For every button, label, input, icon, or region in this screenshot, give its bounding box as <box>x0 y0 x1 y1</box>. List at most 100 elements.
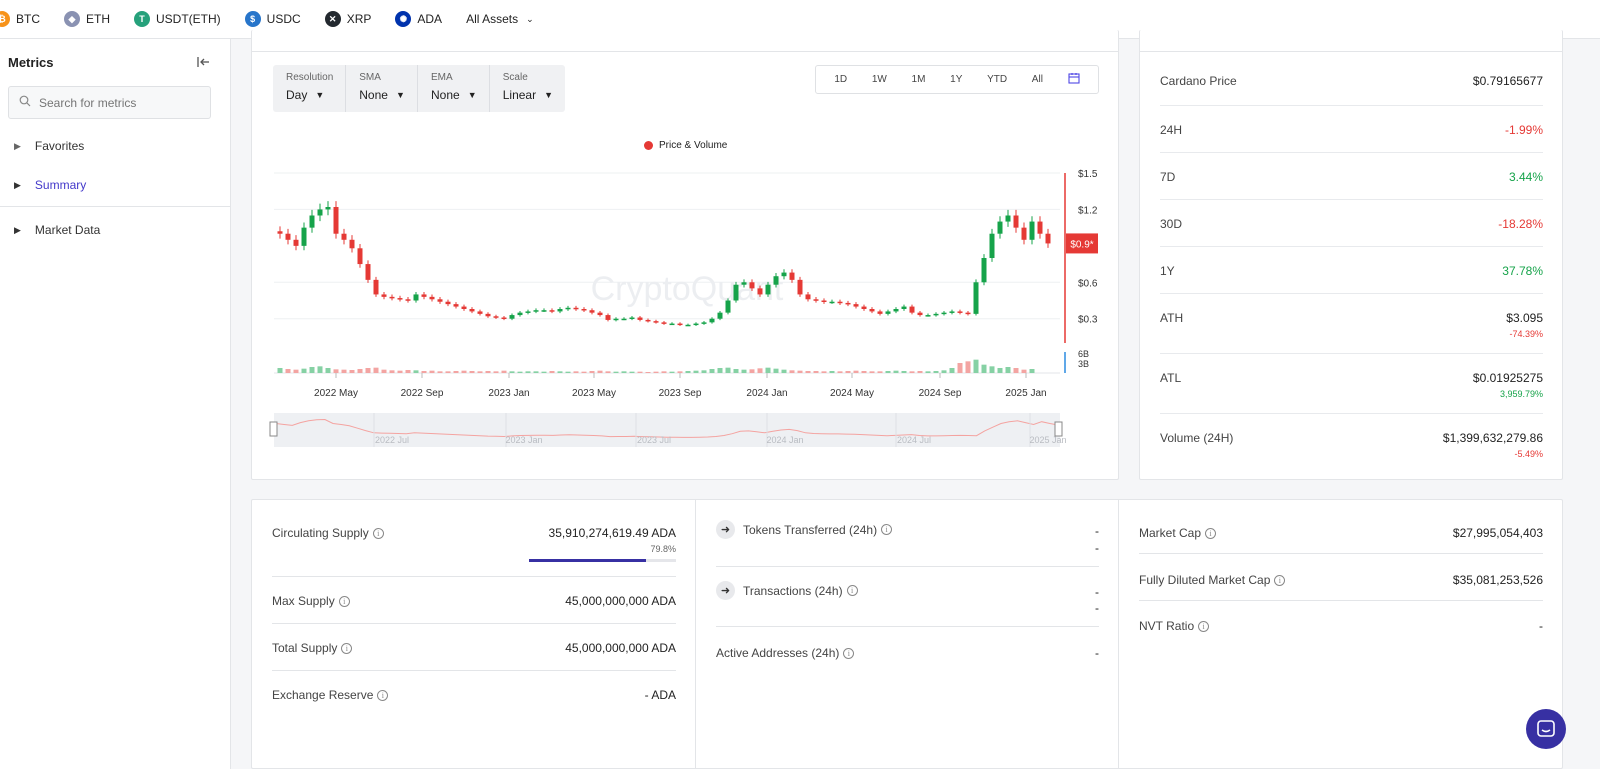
metrics-search-box[interactable] <box>8 86 211 119</box>
supply-percent: 79.8% <box>650 544 676 554</box>
y-tick-label: $0.3 <box>1078 315 1098 326</box>
row-label: Market Cap <box>1139 526 1202 540</box>
asset-tab-usdteth[interactable]: T USDT(ETH) <box>122 0 233 39</box>
candle-body <box>533 310 539 312</box>
candle-body <box>325 207 331 210</box>
info-icon[interactable]: i <box>1198 620 1210 632</box>
arrow-right-icon[interactable]: ➜ <box>716 520 735 539</box>
sidebar-item-market-data[interactable]: ▶ Market Data <box>14 223 100 237</box>
volume-bar <box>517 371 523 373</box>
candle-body <box>661 322 667 324</box>
candle-body <box>365 264 371 280</box>
info-icon[interactable]: i <box>843 647 855 659</box>
stat-value: $1,399,632,279.86 <box>1442 431 1543 445</box>
candle-body <box>813 299 819 301</box>
volume-bar <box>845 371 851 373</box>
collapse-sidebar-icon[interactable] <box>196 55 210 72</box>
arrow-right-icon[interactable]: ➜ <box>716 581 735 600</box>
candle-body <box>549 310 555 312</box>
volume-bar <box>853 370 859 373</box>
candle-body <box>789 272 795 280</box>
volume-bar <box>717 368 723 373</box>
volume-bar <box>925 371 931 373</box>
candle-body <box>309 215 315 228</box>
ada-coin-icon: ✺ <box>395 11 412 27</box>
stat-value: -18.28% <box>1498 217 1543 231</box>
volume-bar <box>789 370 795 373</box>
row-label: Fully Diluted Market Cap <box>1139 573 1271 587</box>
chat-support-button[interactable] <box>1526 709 1566 749</box>
candle-body <box>853 304 859 307</box>
candle-body <box>981 258 987 283</box>
info-icon[interactable]: i <box>372 527 384 539</box>
info-icon[interactable]: i <box>341 642 353 654</box>
volume-bar <box>629 371 635 373</box>
candle-body <box>485 313 491 317</box>
candle-body <box>645 319 651 322</box>
candle-body <box>797 279 803 295</box>
price-chart[interactable]: $1.5 $1.2 $0.6 $0.3 CryptoQuant $0.9* 6B3B 2022… <box>252 30 1120 480</box>
volume-bar <box>997 368 1003 373</box>
volume-bar <box>333 369 339 373</box>
candle-body <box>709 318 715 323</box>
candle-body <box>1037 221 1043 234</box>
volume-bar <box>597 370 603 373</box>
volume-bar <box>773 368 779 373</box>
stat-label: 24H <box>1160 123 1183 137</box>
volume-bar <box>525 371 531 373</box>
asset-tab-label: USDC <box>266 12 301 26</box>
chat-icon <box>1537 720 1555 737</box>
tokens-transferred-row: ➜ Tokens Transferred (24h) i - - <box>716 500 1099 567</box>
info-icon[interactable]: i <box>338 595 350 607</box>
candle-body <box>437 299 443 302</box>
volume-bar <box>893 370 899 373</box>
x-tick-label: 2023 Jan <box>488 388 529 399</box>
volume-bar <box>981 364 987 373</box>
volume-bar <box>429 370 435 373</box>
candle-body <box>965 312 971 315</box>
volume-bar <box>709 369 715 373</box>
row-value: 45,000,000,000 ADA <box>565 641 676 655</box>
candle-body <box>581 309 587 311</box>
transactions-row: ➜ Transactions (24h) i - - <box>716 567 1099 627</box>
info-icon[interactable]: i <box>1205 527 1217 539</box>
candle-body <box>973 282 979 314</box>
sidebar-item-summary[interactable]: ▶ Summary <box>14 178 86 192</box>
candle-body <box>301 227 307 246</box>
candle-body <box>381 294 387 297</box>
candle-body <box>677 323 683 326</box>
info-icon[interactable]: i <box>377 689 389 701</box>
info-icon[interactable]: i <box>881 524 893 535</box>
navigator-tick-label: 2024 Jul <box>897 435 931 445</box>
candle-body <box>445 301 451 305</box>
candle-body <box>717 312 723 319</box>
candle-body <box>525 311 531 313</box>
x-tick-label: 2024 May <box>830 388 874 399</box>
max-supply-row: Max Supply i 45,000,000,000 ADA <box>272 577 676 624</box>
volume-bar <box>533 371 539 373</box>
btc-coin-icon: ₿ <box>0 11 10 27</box>
y-tick-label: $0.6 <box>1078 278 1098 289</box>
volume-bar <box>477 371 483 373</box>
candle-body <box>565 307 571 310</box>
volume-bar <box>813 371 819 373</box>
metrics-search-input[interactable] <box>39 95 199 110</box>
row-value: 35,910,274,619.49 ADA <box>548 526 676 540</box>
volume-bar <box>573 371 579 373</box>
volume-tick-label: 6B <box>1078 349 1089 359</box>
x-tick-label: 2022 Sep <box>401 388 444 399</box>
volume-bar <box>829 371 835 373</box>
asset-tab-btc[interactable]: ₿ BTC <box>0 0 52 39</box>
info-icon[interactable]: i <box>1274 574 1286 586</box>
navigator-tick-label: 2023 Jan <box>505 435 542 445</box>
volume-bar <box>293 369 299 373</box>
x-tick-label: 2023 Sep <box>659 388 702 399</box>
volume-bar <box>565 371 571 373</box>
volume-bar <box>485 371 491 373</box>
info-icon[interactable]: i <box>846 585 858 596</box>
candle-body <box>477 311 483 314</box>
sidebar-item-favorites[interactable]: ▶ Favorites <box>14 139 84 153</box>
candle-body <box>941 312 947 315</box>
asset-tab-eth[interactable]: ◆ ETH <box>52 0 122 39</box>
volume-bar <box>973 359 979 373</box>
